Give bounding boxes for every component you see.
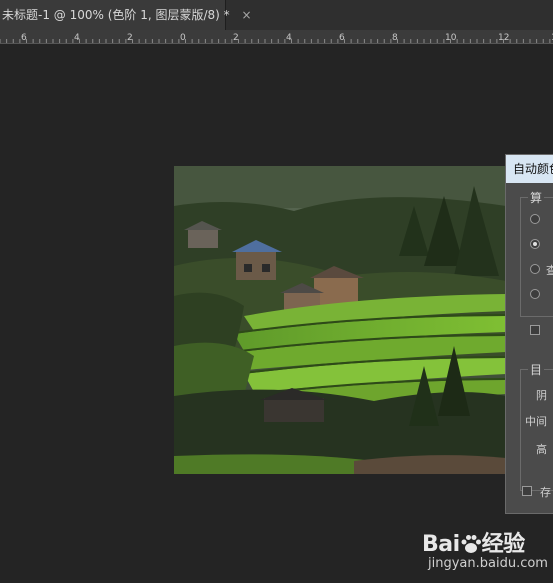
save-defaults-checkbox[interactable]	[522, 486, 532, 496]
document-tab-title: 未标题-1 @ 100% (色阶 1, 图层蒙版/8) *	[2, 8, 230, 22]
jingyan-logo-text: 经验	[481, 532, 526, 557]
algorithm-option-1[interactable]	[530, 214, 540, 224]
ruler-label: 12	[498, 33, 509, 43]
ruler-label: 4	[74, 33, 80, 43]
algorithm-group-label: 算	[528, 189, 545, 206]
midtones-label: 中间	[525, 415, 547, 428]
ruler-label: 8	[392, 33, 398, 43]
highlights-label: 高	[536, 443, 547, 456]
terraced-village-photo	[174, 166, 506, 474]
watermark-url: jingyan.baidu.com	[428, 556, 548, 571]
baidu-logo: Bai 经验	[422, 526, 525, 558]
algorithm-option-3-label: 查	[546, 262, 553, 278]
algorithm-option-2[interactable]	[530, 239, 540, 249]
paw-icon	[461, 535, 481, 553]
document-tab[interactable]: 未标题-1 @ 100% (色阶 1, 图层蒙版/8) * ×	[0, 0, 252, 30]
save-defaults-label: 存	[540, 486, 551, 499]
target-colors-group-label: 目	[528, 361, 545, 378]
dialog-body: 算 查 目 阴 中间 高 存	[506, 183, 553, 513]
ruler-label: 6	[339, 33, 345, 43]
ruler-label: 0	[180, 33, 186, 43]
ruler-label: 10	[445, 33, 457, 43]
snap-neutral-checkbox[interactable]	[530, 325, 540, 335]
document-tab-bar: 未标题-1 @ 100% (色阶 1, 图层蒙版/8) * ×	[0, 0, 553, 31]
baidu-logo-text: Bai	[422, 532, 460, 557]
ruler-label: 6	[21, 33, 27, 43]
ruler-label: 4	[286, 33, 292, 43]
dialog-title[interactable]: 自动颜色	[506, 155, 553, 183]
shadows-label: 阴	[536, 389, 547, 402]
ruler-ticks: 64202468101214	[0, 33, 553, 43]
algorithm-option-3[interactable]	[530, 264, 540, 274]
ruler-label: 2	[233, 33, 239, 43]
baidu-jingyan-watermark: Bai 经验 jingyan.baidu.com	[422, 526, 548, 576]
algorithm-option-4[interactable]	[530, 289, 540, 299]
ruler-label: 2	[127, 33, 133, 43]
document-image[interactable]	[174, 166, 506, 474]
horizontal-ruler[interactable]: 64202468101214	[0, 30, 553, 44]
auto-color-dialog: 自动颜色 算 查 目 阴 中间 高 存	[505, 154, 553, 514]
close-icon[interactable]: ×	[241, 0, 251, 30]
